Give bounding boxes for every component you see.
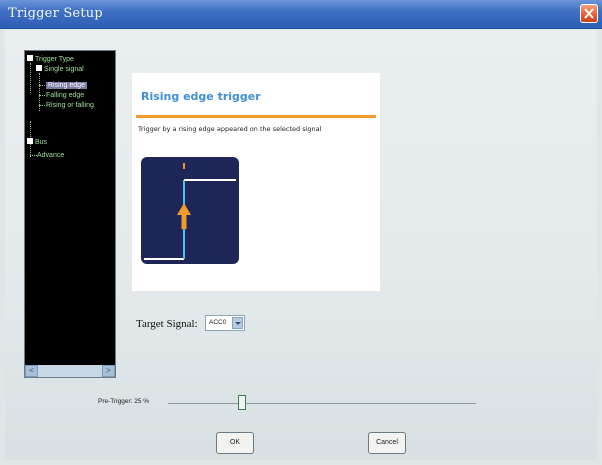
rising-edge-waveform-icon [141,157,239,264]
tree-item-bus[interactable]: Bus [27,138,47,147]
tree-connector [39,95,45,96]
target-signal-value: ACC0 [209,319,227,326]
scroll-right-button[interactable]: > [102,365,115,377]
target-signal-select[interactable]: ACC0 [205,315,245,331]
window-title: Trigger Setup [8,6,103,21]
scroll-left-button[interactable]: < [25,365,38,377]
tree-item-rising-edge[interactable]: Rising edge [46,81,87,90]
cancel-button[interactable]: Cancel [368,432,406,454]
tree-connector [30,63,31,93]
close-icon [584,8,594,19]
description-text: Trigger by a rising edge appeared on the… [138,125,322,133]
expand-icon[interactable] [27,55,33,62]
expand-icon[interactable] [36,65,42,72]
description-title: Rising edge trigger [141,90,261,103]
tree-horizontal-scrollbar[interactable]: < > [25,365,115,377]
trigger-description-panel: Rising edge trigger Trigger by a rising … [132,73,380,291]
pretrigger-label: Pre-Trigger: 25 % [98,398,150,405]
tree-connector [30,155,37,156]
tree-item-single-signal[interactable]: Single signal [36,65,84,74]
chevron-down-icon[interactable] [232,317,243,329]
tree-item-advance[interactable]: Advance [37,151,64,160]
tree-item-falling-edge[interactable]: Falling edge [46,91,84,100]
tree-item-trigger-type[interactable]: Trigger Type [27,55,74,64]
pretrigger-slider-track[interactable] [168,403,476,404]
title-underline [136,115,376,118]
tree-connector [39,105,45,106]
tree-item-rising-or-falling[interactable]: Rising or falling [46,101,94,110]
expand-icon[interactable] [27,138,33,145]
tree-connector [39,85,45,86]
close-button[interactable] [580,4,598,23]
title-bar: Trigger Setup [0,0,602,29]
ok-button[interactable]: OK [216,432,254,454]
target-signal-label: Target Signal: [136,318,198,330]
pretrigger-slider-thumb[interactable] [238,395,246,410]
trigger-tree[interactable]: Trigger Type Single signal Rising edge F… [24,50,116,378]
